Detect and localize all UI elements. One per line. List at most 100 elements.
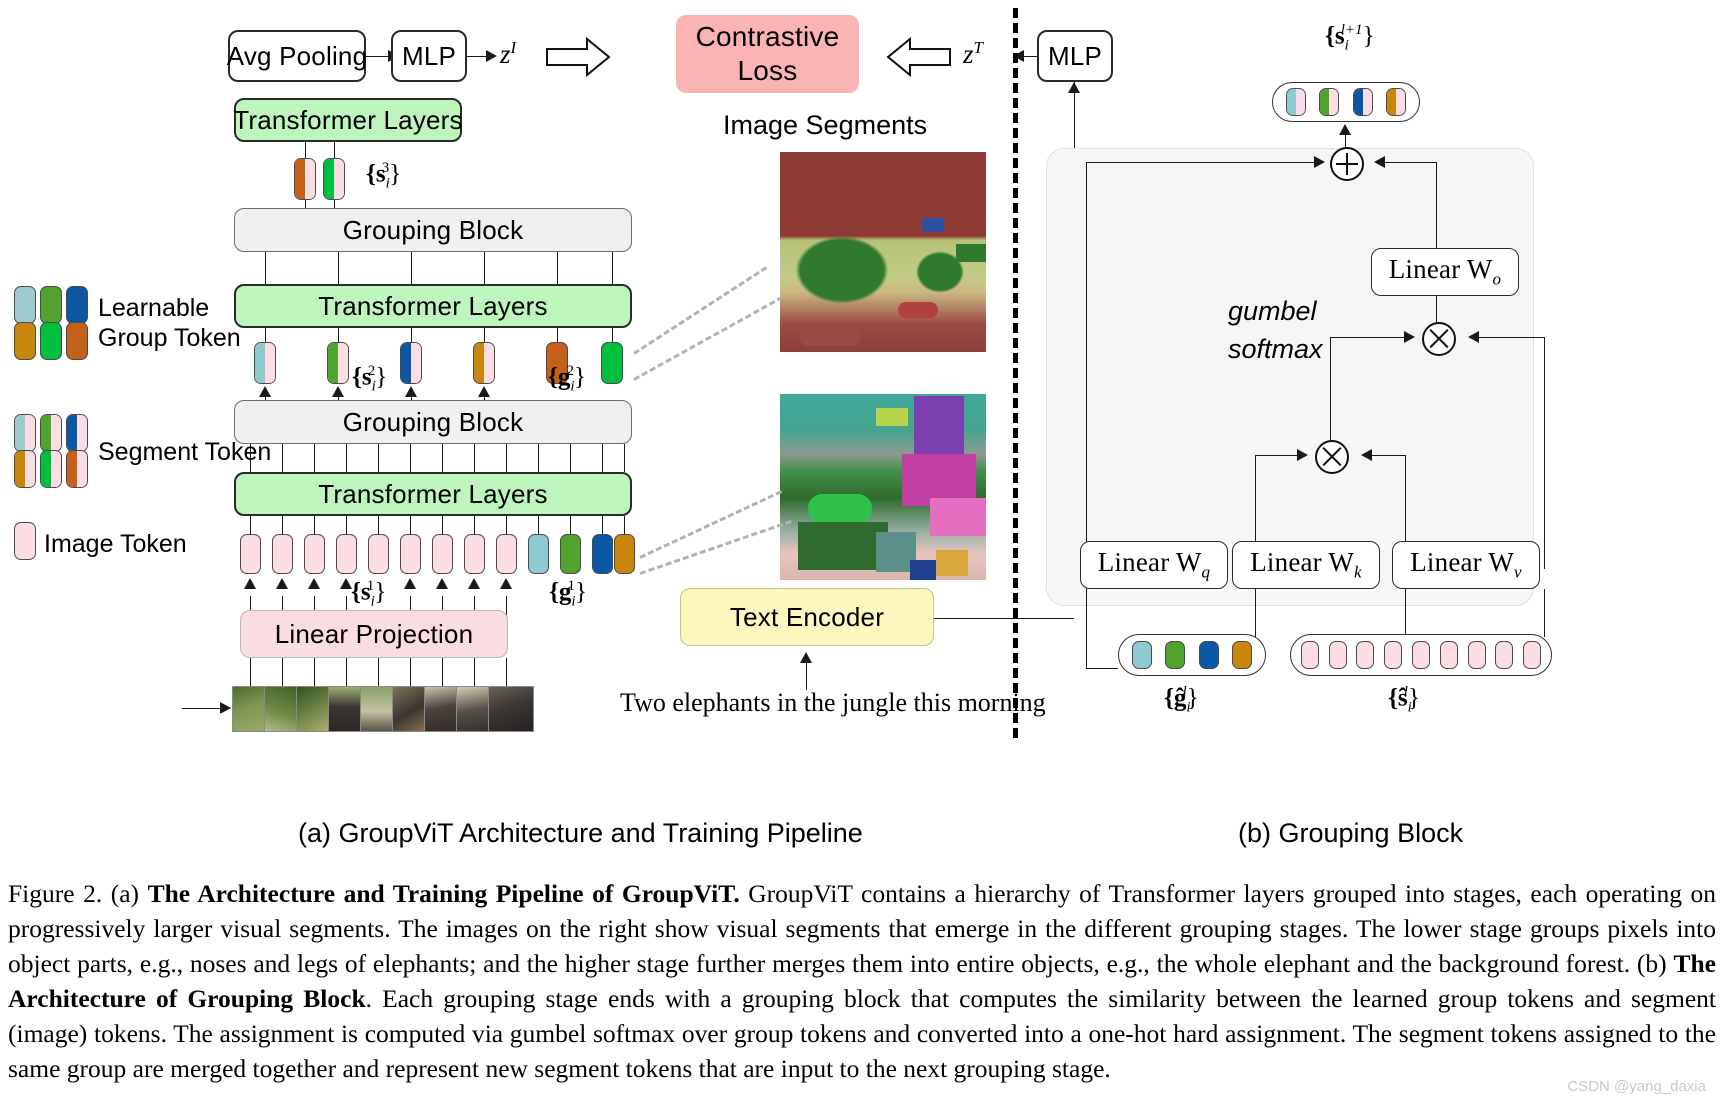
segment-token-s2-1 [254,342,276,384]
output-segment-token-2 [1319,88,1340,116]
multiply-operator-gumbel [1422,322,1456,356]
image-token-s1-5 [368,534,389,574]
linear-wq-label: Linear Wq [1097,547,1211,582]
mlp-text-box[interactable]: MLP [1037,30,1113,82]
image-token-s1-4 [336,534,357,574]
legend-group-token-gold [14,322,36,360]
legend-group-token-green [40,286,62,324]
grouping-block-1-label: Grouping Block [342,406,524,437]
transformer-layers-stage1-label: Transformer Layers [318,478,548,509]
segmented-image-coarse [780,152,986,352]
segmented-image-fine [780,394,986,580]
group-token-g1-1 [528,534,549,574]
image-token-s1-3 [304,534,325,574]
multiply-operator-qk [1315,440,1349,474]
linear-wv-label: Linear Wv [1410,547,1522,582]
transformer-layers-stage2[interactable]: Transformer Layers [234,284,632,328]
legend-group-token-teal [14,286,36,324]
s3-label: {si3} [366,160,402,192]
image-token-s1-9 [496,534,517,574]
panel-separator [1013,8,1018,738]
avg-pooling-label: Avg Pooling [226,40,368,71]
linear-wv-box[interactable]: Linear Wv [1392,541,1540,589]
image-token-s1-7 [432,534,453,574]
image-segments-title: Image Segments [723,110,928,140]
legend-learnable-label-line1: Learnable [98,294,210,322]
group-token-in-4 [1231,641,1252,669]
legend-group-token-orange [66,322,88,360]
transformer-layers-stage1[interactable]: Transformer Layers [234,472,632,516]
training-caption-text: Two elephants in the jungle this morning [620,688,1046,717]
linear-projection-label: Linear Projection [274,618,474,649]
mlp-image-label: MLP [401,40,457,71]
segment-token-in-5 [1411,641,1430,669]
transformer-layers-stage2-label: Transformer Layers [318,290,548,321]
arrow-to-loss-left [546,36,611,78]
segment-token-in-7 [1467,641,1486,669]
group-token-g2-2 [601,342,623,384]
z-text-label: zT [963,38,983,69]
segment-token-in-6 [1439,641,1458,669]
grouping-block-2[interactable]: Grouping Block [234,208,632,252]
text-encoder-box[interactable]: Text Encoder [680,588,934,646]
image-patch [488,686,534,732]
figure-root: Avg Pooling MLP zI Contrastive Loss zT M… [0,0,1724,1116]
transformer-layers-stage3[interactable]: Transformer Layers [233,98,463,142]
z-image-label: zI [500,38,517,69]
figure-caption: Figure 2. (a) The Architecture and Train… [8,876,1716,1086]
legend-segment-token-teal [14,414,36,452]
group-token-capsule [1118,634,1266,676]
segment-token-s3-1 [294,158,316,200]
segment-token-in-1 [1300,641,1319,669]
watermark: CSDN @yang_daxia [1567,1078,1706,1095]
g2-label: {gi2} [548,363,587,395]
segment-token-in-8 [1495,641,1514,669]
output-segment-token-1 [1286,88,1307,116]
legend-segment-label: Segment Token [98,438,272,466]
segment-token-in-9 [1523,641,1542,669]
mlp-text-label: MLP [1047,40,1103,71]
linear-wo-box[interactable]: Linear Wo [1371,248,1519,296]
grouping-block-2-label: Grouping Block [342,214,524,245]
image-token-s1-1 [240,534,261,574]
avg-pooling-box[interactable]: Avg Pooling [226,30,368,82]
legend-image-label: Image Token [44,530,187,558]
segment-token-s2-2 [327,342,349,384]
panel-b-caption: (b) Grouping Block [1238,818,1464,848]
linear-projection-box[interactable]: Linear Projection [240,610,508,658]
g-hat-label: {ĝil} [1164,684,1199,716]
linear-wo-label: Linear Wo [1388,254,1502,289]
contrastive-loss-line2: Loss [737,55,798,86]
output-segment-token-4 [1385,88,1406,116]
legend-segment-token-green2 [40,450,62,488]
group-token-g1-2 [560,534,581,574]
source-image [12,572,224,784]
group-token-g1-3 [592,534,613,574]
panel-a-caption: (a) GroupViT Architecture and Training P… [298,818,863,848]
add-operator [1330,147,1364,181]
contrastive-loss-line1: Contrastive [695,21,840,52]
image-token-s1-2 [272,534,293,574]
s-hat-label: {ŝil} [1388,684,1420,716]
legend-learnable-label-line2: Group Token [98,324,241,352]
mlp-image-box[interactable]: MLP [391,30,467,82]
grouping-block-panel [1046,148,1534,606]
g1-label: {gi1} [549,578,588,610]
linear-wk-label: Linear Wk [1250,547,1362,582]
linear-wq-box[interactable]: Linear Wq [1080,541,1228,589]
arrow-to-loss-right [886,36,951,78]
output-segment-token-3 [1352,88,1373,116]
grouping-block-1[interactable]: Grouping Block [234,400,632,444]
group-token-in-1 [1132,641,1153,669]
segment-token-capsule [1290,634,1552,676]
group-token-in-2 [1165,641,1186,669]
legend-group-token-blue [66,286,88,324]
segment-token-in-4 [1384,641,1403,669]
caption-bold-1: The Architecture and Training Pipeline o… [147,879,740,908]
contrastive-loss-box[interactable]: Contrastive Loss [676,15,859,93]
image-token-s1-6 [400,534,421,574]
linear-wk-box[interactable]: Linear Wk [1232,541,1380,589]
caption-prefix: Figure 2. (a) [8,879,148,908]
legend-group-token-green2 [40,322,62,360]
gumbel-label: gumbel [1228,296,1317,326]
